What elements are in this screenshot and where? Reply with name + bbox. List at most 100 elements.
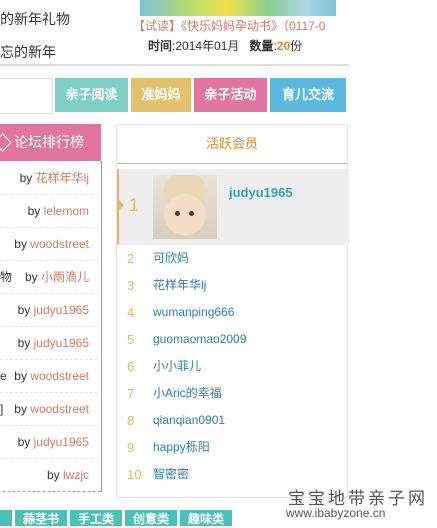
member-name[interactable]: 小Aric的幸福 bbox=[153, 380, 249, 407]
author-link[interactable]: judyu1965 bbox=[34, 336, 89, 350]
member-rank: 8 bbox=[127, 413, 135, 428]
member-rank: 7 bbox=[127, 386, 135, 401]
thread-title-fragment[interactable]: 物 bbox=[0, 260, 12, 294]
arrow-right-icon bbox=[119, 200, 124, 210]
by-label: by bbox=[14, 402, 27, 416]
member-row[interactable]: 6 小小菲儿 bbox=[117, 353, 347, 380]
ranking-row[interactable]: by lwzjc bbox=[0, 458, 98, 492]
author-link[interactable]: 花样年华lj bbox=[36, 171, 89, 185]
by-label: by bbox=[24, 270, 38, 284]
by-label: by bbox=[46, 468, 60, 482]
member-rank: 5 bbox=[127, 332, 135, 347]
ranking-row[interactable]: by woodstreet bbox=[0, 227, 98, 261]
author: by 小雨滴儿 bbox=[25, 260, 89, 294]
member-name[interactable]: 智密密 bbox=[153, 461, 249, 488]
diamond-icon bbox=[0, 133, 12, 152]
bottom-tab[interactable]: 趣味类 bbox=[180, 510, 233, 526]
author-link[interactable]: woodstreet bbox=[30, 237, 89, 251]
forum-ranking-header: 论坛排行榜 bbox=[0, 124, 101, 161]
bottom-category-tabs: 蒜茎书 手工类 创意类 趣味类 bbox=[0, 510, 233, 526]
member-rank: 1 bbox=[129, 195, 140, 215]
ranking-row[interactable]: by 花样年华lj bbox=[0, 161, 98, 195]
book-cover-image[interactable] bbox=[140, 0, 336, 16]
member-row[interactable]: 3 花样年华lj bbox=[117, 272, 347, 299]
bottom-tab[interactable] bbox=[0, 510, 12, 526]
member-rank: 6 bbox=[127, 359, 135, 374]
by-label: by bbox=[14, 369, 27, 383]
count-label: 数量 bbox=[249, 39, 274, 53]
news-link[interactable]: 的新年礼物 bbox=[0, 0, 120, 33]
member-name[interactable]: judyu1965 bbox=[229, 185, 293, 200]
author-link[interactable]: lwzjc bbox=[63, 468, 89, 482]
member-name[interactable]: guomaomao2009 bbox=[153, 326, 249, 353]
author-link[interactable]: woodstreet bbox=[30, 369, 89, 383]
author: by woodstreet bbox=[14, 227, 89, 261]
active-members-panel: 活跃会员 1 judyu1965 2 可欣妈 3 花样年华lj 4 wumanping66… bbox=[116, 124, 349, 498]
author-link[interactable]: judyu1965 bbox=[34, 303, 89, 317]
ranking-row[interactable]: 物 by 小雨滴儿 bbox=[0, 260, 98, 294]
nav-tab-parenting-exchange[interactable]: 育儿交流 bbox=[270, 78, 346, 112]
book-trial-link[interactable]: 【试读】《快乐妈妈孕动书》（0117-0 bbox=[133, 17, 338, 35]
member-row[interactable]: 5 guomaomao2009 bbox=[117, 326, 347, 353]
bottom-tab[interactable]: 创意类 bbox=[125, 510, 178, 526]
member-name[interactable]: 可欣妈 bbox=[153, 245, 249, 272]
forum-ranking-title: 论坛排行榜 bbox=[14, 134, 84, 150]
author-link[interactable]: judyu1965 bbox=[34, 435, 89, 449]
ranking-row[interactable]: ] by woodstreet bbox=[0, 392, 98, 426]
forum-ranking-list: by 花样年华lj by lelemom by woodstreet 物 by 小雨滴儿… bbox=[0, 161, 102, 492]
nav-tab-expectant-mom[interactable]: 准妈妈 bbox=[131, 78, 191, 112]
author-link[interactable]: 小雨滴儿 bbox=[41, 270, 89, 284]
bottom-tab[interactable]: 手工类 bbox=[70, 510, 123, 526]
ranking-row[interactable]: by judyu1965 bbox=[0, 293, 98, 327]
member-rank: 3 bbox=[127, 278, 135, 293]
avatar[interactable] bbox=[153, 175, 217, 239]
member-row[interactable]: 4 wumanping666 bbox=[117, 299, 347, 326]
active-members-title: 活跃会员 bbox=[117, 125, 347, 164]
author: by judyu1965 bbox=[18, 293, 89, 327]
member-name[interactable]: wumanping666 bbox=[153, 299, 249, 326]
top-member[interactable]: 1 judyu1965 bbox=[117, 169, 349, 245]
ranking-row[interactable]: by judyu1965 bbox=[0, 326, 98, 360]
count-unit: 份 bbox=[290, 39, 303, 53]
member-row[interactable]: 9 happy栎阳 bbox=[117, 434, 347, 461]
thread-title-fragment[interactable]: e bbox=[0, 359, 7, 393]
member-row[interactable]: 7 小Aric的幸福 bbox=[117, 380, 347, 407]
nav-tab-parent-activities[interactable]: 亲子活动 bbox=[194, 78, 267, 112]
member-row[interactable]: 8 qianqian0901 bbox=[117, 407, 347, 434]
category-nav: 亲子阅读 准妈妈 亲子活动 育儿交流 bbox=[55, 78, 346, 112]
thread-title-fragment[interactable]: ] bbox=[0, 392, 3, 426]
author: by woodstreet bbox=[14, 359, 89, 393]
by-label: by bbox=[27, 204, 41, 218]
member-name[interactable]: 小小菲儿 bbox=[153, 353, 249, 380]
by-label: by bbox=[17, 435, 31, 449]
time-value: :2014年01月 bbox=[172, 39, 240, 53]
ranking-row[interactable]: e by woodstreet bbox=[0, 359, 98, 393]
nav-tab-parent-reading[interactable]: 亲子阅读 bbox=[55, 78, 128, 112]
by-label: by bbox=[17, 303, 31, 317]
by-label: by bbox=[19, 171, 33, 185]
author: by woodstreet bbox=[14, 392, 89, 426]
ranking-row[interactable]: by lelemom bbox=[0, 194, 98, 228]
author: by judyu1965 bbox=[18, 326, 89, 360]
book-meta: 时间:2014年01月 数量:20份 bbox=[148, 37, 338, 55]
ranking-row[interactable]: by judyu1965 bbox=[0, 425, 98, 459]
author-link[interactable]: woodstreet bbox=[30, 402, 89, 416]
by-label: by bbox=[17, 336, 31, 350]
watermark-url: www.ibabyzone.cn bbox=[286, 506, 386, 520]
member-row[interactable]: 2 可欣妈 bbox=[117, 245, 347, 272]
author: by 花样年华lj bbox=[20, 161, 89, 195]
member-name[interactable]: qianqian0901 bbox=[153, 407, 249, 434]
author: by lwzjc bbox=[47, 458, 89, 492]
member-rank: 2 bbox=[127, 251, 135, 266]
bottom-tab[interactable]: 蒜茎书 bbox=[15, 510, 68, 526]
author: by lelemom bbox=[28, 194, 89, 228]
member-rank: 10 bbox=[127, 467, 142, 482]
member-name[interactable]: 花样年华lj bbox=[153, 272, 249, 299]
author: by judyu1965 bbox=[18, 425, 89, 459]
news-link[interactable]: 忘的新年 bbox=[0, 33, 120, 66]
time-label: 时间 bbox=[148, 39, 173, 53]
by-label: by bbox=[14, 237, 27, 251]
member-name[interactable]: happy栎阳 bbox=[153, 434, 249, 461]
count-number: 20 bbox=[276, 39, 291, 53]
author-link[interactable]: lelemom bbox=[44, 204, 89, 218]
